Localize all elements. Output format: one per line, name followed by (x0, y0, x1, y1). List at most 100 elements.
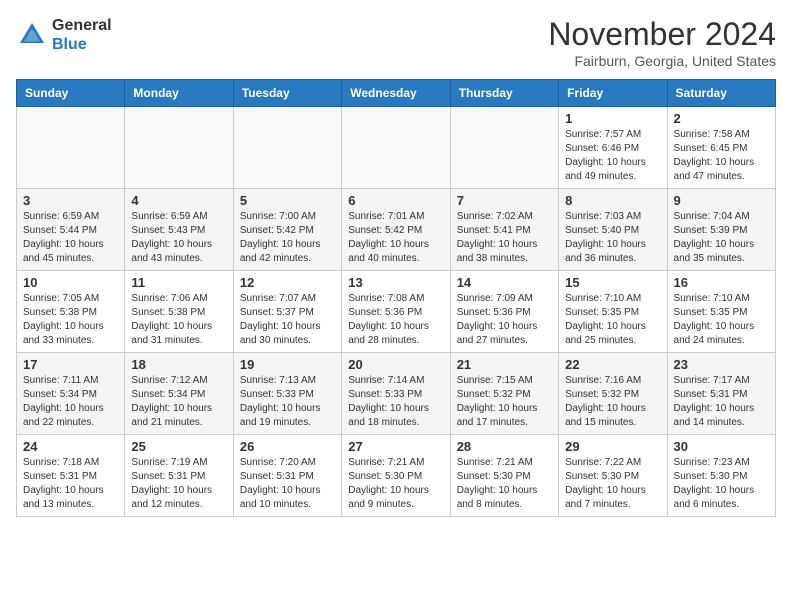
calendar-header-row: SundayMondayTuesdayWednesdayThursdayFrid… (17, 80, 776, 107)
calendar-day-cell: 14 Sunrise: 7:09 AM Sunset: 5:36 PM Dayli… (450, 271, 558, 353)
day-info: Sunrise: 7:17 AM Sunset: 5:31 PM Dayligh… (674, 374, 769, 430)
day-number: 2 (674, 111, 769, 126)
day-info: Sunrise: 7:07 AM Sunset: 5:37 PM Dayligh… (240, 292, 335, 348)
calendar-day-cell: 18 Sunrise: 7:12 AM Sunset: 5:34 PM Dayli… (125, 353, 233, 435)
day-info: Sunrise: 7:01 AM Sunset: 5:42 PM Dayligh… (348, 210, 443, 266)
weekday-header: Wednesday (342, 80, 450, 107)
calendar-day-cell: 29Sunrise: 7:22 AM Sunset: 5:30 PM Dayli… (559, 435, 667, 517)
day-info: Sunrise: 7:10 AM Sunset: 5:35 PM Dayligh… (674, 292, 769, 348)
day-number: 18 (131, 357, 226, 372)
calendar-day-cell: 21 Sunrise: 7:15 AM Sunset: 5:32 PM Dayli… (450, 353, 558, 435)
day-number: 24 (23, 439, 118, 454)
day-number: 22 (565, 357, 660, 372)
day-info: Sunrise: 6:59 AM Sunset: 5:44 PM Dayligh… (23, 210, 118, 266)
day-info: Sunrise: 7:13 AM Sunset: 5:33 PM Dayligh… (240, 374, 335, 430)
day-info: Sunrise: 7:20 AM Sunset: 5:31 PM Dayligh… (240, 456, 335, 512)
calendar-day-cell: 23 Sunrise: 7:17 AM Sunset: 5:31 PM Dayli… (667, 353, 775, 435)
day-info: Sunrise: 7:03 AM Sunset: 5:40 PM Dayligh… (565, 210, 660, 266)
day-number: 13 (348, 275, 443, 290)
calendar-day-cell: 27Sunrise: 7:21 AM Sunset: 5:30 PM Dayli… (342, 435, 450, 517)
day-info: Sunrise: 7:11 AM Sunset: 5:34 PM Dayligh… (23, 374, 118, 430)
calendar-day-cell: 5 Sunrise: 7:00 AM Sunset: 5:42 PM Daylig… (233, 189, 341, 271)
calendar-day-cell: 9 Sunrise: 7:04 AM Sunset: 5:39 PM Daylig… (667, 189, 775, 271)
weekday-header: Monday (125, 80, 233, 107)
calendar-week-row: 1Sunrise: 7:57 AM Sunset: 6:46 PM Daylig… (17, 107, 776, 189)
day-number: 7 (457, 193, 552, 208)
calendar-week-row: 3 Sunrise: 6:59 AM Sunset: 5:44 PM Daylig… (17, 189, 776, 271)
page-header: General Blue November 2024 Fairburn, Geo… (16, 16, 776, 69)
location: Fairburn, Georgia, United States (548, 53, 776, 69)
calendar-day-cell: 15Sunrise: 7:10 AM Sunset: 5:35 PM Dayli… (559, 271, 667, 353)
day-number: 14 (457, 275, 552, 290)
calendar-table: SundayMondayTuesdayWednesdayThursdayFrid… (16, 79, 776, 517)
calendar-day-cell (342, 107, 450, 189)
day-number: 21 (457, 357, 552, 372)
day-number: 27 (348, 439, 443, 454)
calendar-week-row: 10Sunrise: 7:05 AM Sunset: 5:38 PM Dayli… (17, 271, 776, 353)
logo-general: General (52, 16, 112, 35)
calendar-day-cell: 28 Sunrise: 7:21 AM Sunset: 5:30 PM Dayli… (450, 435, 558, 517)
day-number: 23 (674, 357, 769, 372)
day-number: 4 (131, 193, 226, 208)
day-number: 3 (23, 193, 118, 208)
day-number: 9 (674, 193, 769, 208)
calendar-day-cell: 2Sunrise: 7:58 AM Sunset: 6:45 PM Daylig… (667, 107, 775, 189)
day-info: Sunrise: 7:00 AM Sunset: 5:42 PM Dayligh… (240, 210, 335, 266)
day-number: 8 (565, 193, 660, 208)
day-info: Sunrise: 6:59 AM Sunset: 5:43 PM Dayligh… (131, 210, 226, 266)
day-number: 20 (348, 357, 443, 372)
day-number: 26 (240, 439, 335, 454)
calendar-day-cell (17, 107, 125, 189)
calendar-day-cell: 19 Sunrise: 7:13 AM Sunset: 5:33 PM Dayli… (233, 353, 341, 435)
day-info: Sunrise: 7:04 AM Sunset: 5:39 PM Dayligh… (674, 210, 769, 266)
calendar-day-cell: 25 Sunrise: 7:19 AM Sunset: 5:31 PM Dayli… (125, 435, 233, 517)
month-title: November 2024 (548, 16, 776, 53)
weekday-header: Sunday (17, 80, 125, 107)
day-number: 15 (565, 275, 660, 290)
day-number: 6 (348, 193, 443, 208)
calendar-day-cell: 1Sunrise: 7:57 AM Sunset: 6:46 PM Daylig… (559, 107, 667, 189)
day-info: Sunrise: 7:57 AM Sunset: 6:46 PM Dayligh… (565, 128, 660, 184)
day-info: Sunrise: 7:06 AM Sunset: 5:38 PM Dayligh… (131, 292, 226, 348)
calendar-day-cell (450, 107, 558, 189)
day-info: Sunrise: 7:14 AM Sunset: 5:33 PM Dayligh… (348, 374, 443, 430)
day-number: 5 (240, 193, 335, 208)
day-info: Sunrise: 7:19 AM Sunset: 5:31 PM Dayligh… (131, 456, 226, 512)
weekday-header: Saturday (667, 80, 775, 107)
weekday-header: Tuesday (233, 80, 341, 107)
day-number: 19 (240, 357, 335, 372)
day-info: Sunrise: 7:12 AM Sunset: 5:34 PM Dayligh… (131, 374, 226, 430)
day-number: 12 (240, 275, 335, 290)
calendar-day-cell: 4 Sunrise: 6:59 AM Sunset: 5:43 PM Daylig… (125, 189, 233, 271)
day-info: Sunrise: 7:08 AM Sunset: 5:36 PM Dayligh… (348, 292, 443, 348)
calendar-day-cell: 26 Sunrise: 7:20 AM Sunset: 5:31 PM Dayli… (233, 435, 341, 517)
calendar-day-cell: 3 Sunrise: 6:59 AM Sunset: 5:44 PM Daylig… (17, 189, 125, 271)
day-number: 16 (674, 275, 769, 290)
weekday-header: Friday (559, 80, 667, 107)
day-number: 29 (565, 439, 660, 454)
calendar-day-cell: 7Sunrise: 7:02 AM Sunset: 5:41 PM Daylig… (450, 189, 558, 271)
calendar-day-cell: 10Sunrise: 7:05 AM Sunset: 5:38 PM Dayli… (17, 271, 125, 353)
day-info: Sunrise: 7:21 AM Sunset: 5:30 PM Dayligh… (457, 456, 552, 512)
calendar-day-cell: 20 Sunrise: 7:14 AM Sunset: 5:33 PM Dayli… (342, 353, 450, 435)
day-info: Sunrise: 7:09 AM Sunset: 5:36 PM Dayligh… (457, 292, 552, 348)
calendar-week-row: 17Sunrise: 7:11 AM Sunset: 5:34 PM Dayli… (17, 353, 776, 435)
logo-icon (16, 19, 48, 51)
calendar-day-cell: 13 Sunrise: 7:08 AM Sunset: 5:36 PM Dayli… (342, 271, 450, 353)
weekday-header: Thursday (450, 80, 558, 107)
calendar-day-cell: 12 Sunrise: 7:07 AM Sunset: 5:37 PM Dayli… (233, 271, 341, 353)
logo-text: General Blue (52, 16, 112, 54)
day-number: 11 (131, 275, 226, 290)
calendar-day-cell: 16 Sunrise: 7:10 AM Sunset: 5:35 PM Dayli… (667, 271, 775, 353)
day-number: 28 (457, 439, 552, 454)
day-info: Sunrise: 7:16 AM Sunset: 5:32 PM Dayligh… (565, 374, 660, 430)
calendar-day-cell: 6 Sunrise: 7:01 AM Sunset: 5:42 PM Daylig… (342, 189, 450, 271)
calendar-day-cell: 8 Sunrise: 7:03 AM Sunset: 5:40 PM Daylig… (559, 189, 667, 271)
calendar-day-cell (233, 107, 341, 189)
day-info: Sunrise: 7:23 AM Sunset: 5:30 PM Dayligh… (674, 456, 769, 512)
calendar-day-cell (125, 107, 233, 189)
calendar-day-cell: 11 Sunrise: 7:06 AM Sunset: 5:38 PM Dayli… (125, 271, 233, 353)
day-info: Sunrise: 7:15 AM Sunset: 5:32 PM Dayligh… (457, 374, 552, 430)
day-number: 25 (131, 439, 226, 454)
calendar-day-cell: 24Sunrise: 7:18 AM Sunset: 5:31 PM Dayli… (17, 435, 125, 517)
